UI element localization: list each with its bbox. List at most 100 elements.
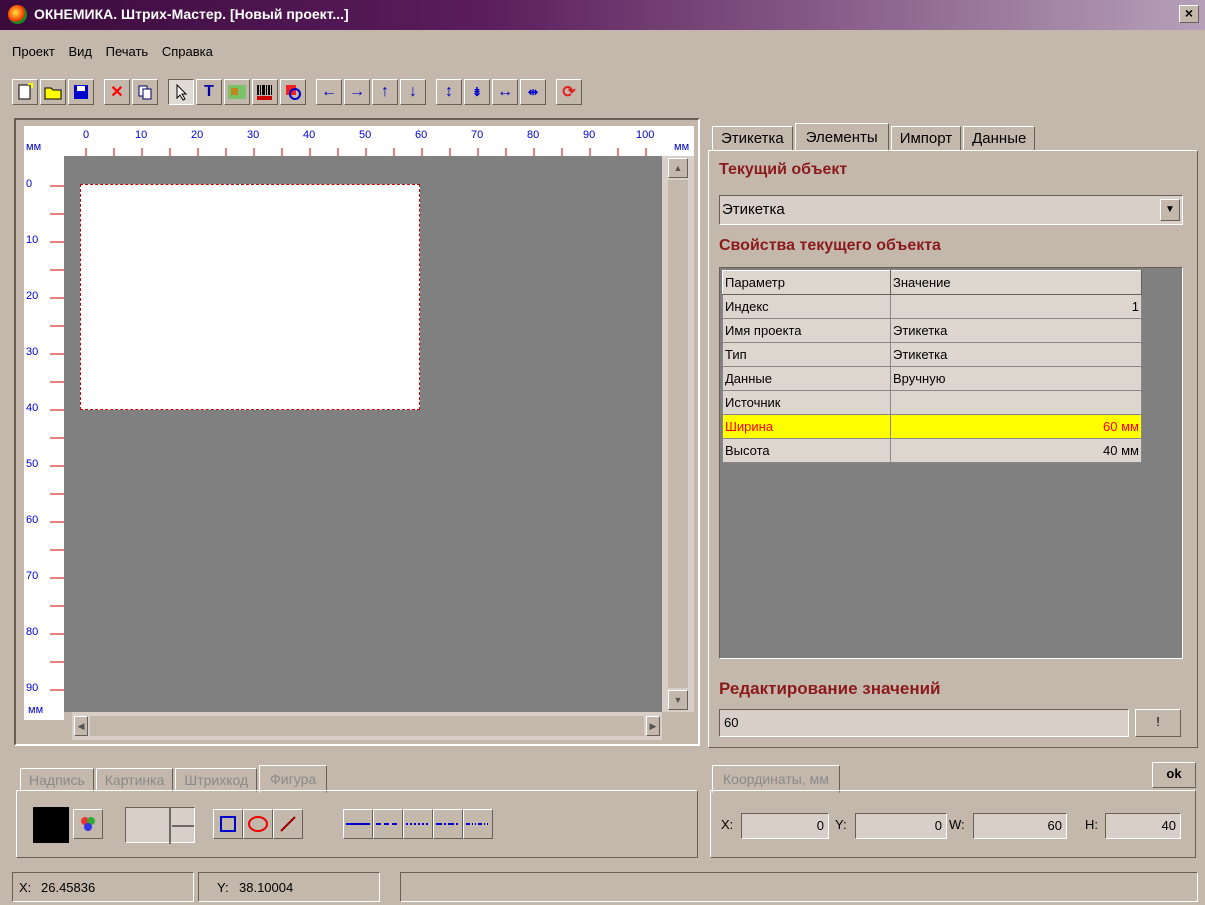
canvas-frame: мм мм 0 10 20 30 40 50 60 70 80 90 100 0… — [14, 118, 700, 746]
table-row[interactable]: Индекс 1 — [722, 294, 1142, 319]
arrow-down-icon[interactable]: ↓ — [400, 79, 426, 105]
tab-figure[interactable]: Фигура — [259, 765, 328, 793]
arrow-right-icon[interactable]: → — [344, 79, 370, 105]
table-row[interactable]: Имя проекта Этикетка — [722, 318, 1142, 343]
shape-icon[interactable] — [280, 79, 306, 105]
y-input[interactable]: 0 — [855, 813, 947, 839]
table-row[interactable]: Тип Этикетка — [722, 342, 1142, 367]
tab-picture[interactable]: Картинка — [95, 768, 174, 792]
status-x-value: 26.45836 — [41, 880, 96, 895]
ruler-v-50: 50 — [26, 458, 39, 470]
arrow-up-icon[interactable]: ↑ — [372, 79, 398, 105]
ok-button[interactable]: ok — [1152, 762, 1196, 788]
design-canvas[interactable] — [64, 156, 662, 712]
dash-dot-dot-line-icon[interactable] — [463, 809, 493, 839]
palette-icon[interactable] — [73, 809, 103, 839]
dotted-line-icon[interactable] — [403, 809, 433, 839]
table-row[interactable]: Данные Вручную — [722, 366, 1142, 391]
arrow-left-icon[interactable]: ← — [316, 79, 342, 105]
col-param-header[interactable]: Параметр — [722, 270, 891, 295]
vertical-scrollbar[interactable]: ▲ ▼ — [662, 156, 694, 712]
status-y-panel: Y: 38.10004 — [198, 872, 380, 902]
scroll-up-button[interactable]: ▲ — [668, 158, 688, 178]
status-y-value: 38.10004 — [239, 880, 294, 895]
scroll-right-button[interactable]: ▶ — [646, 716, 660, 736]
col-value-header[interactable]: Значение — [890, 270, 1142, 295]
scroll-left-button[interactable]: ◀ — [74, 716, 88, 736]
menu-help[interactable]: Справка — [162, 44, 213, 59]
tab-coordinates[interactable]: Координаты, мм — [712, 765, 840, 793]
bottom-right-tabs: Координаты, мм — [712, 764, 842, 793]
properties-grid: Параметр Значение Индекс 1 Имя проекта Этик… — [719, 267, 1183, 659]
color-swatch[interactable] — [33, 807, 69, 843]
line-icon[interactable] — [273, 809, 303, 839]
h-input[interactable]: 40 — [1105, 813, 1181, 839]
ruler-h-10: 10 — [135, 129, 148, 141]
app-logo-icon — [8, 5, 27, 24]
copy-icon[interactable] — [132, 79, 158, 105]
status-bar: X: 26.45836 Y: 38.10004 — [0, 866, 1205, 905]
close-button[interactable]: × — [1179, 5, 1199, 23]
props-title: Свойства текущего объекта — [719, 237, 941, 254]
image-icon[interactable] — [224, 79, 250, 105]
shrink-vertical-icon[interactable]: ⇟ — [464, 79, 490, 105]
table-row[interactable]: Высота 40 мм — [722, 438, 1142, 463]
refresh-icon[interactable]: ⟳ — [556, 79, 582, 105]
menu-view[interactable]: Вид — [68, 44, 92, 59]
solid-line-icon[interactable] — [343, 809, 373, 839]
x-input[interactable]: 0 — [741, 813, 829, 839]
title-bar: ОКНЕМИКА. Штрих-Мастер. [Новый проект...… — [0, 0, 1205, 30]
tab-inscription[interactable]: Надпись — [20, 768, 94, 792]
properties-panel: Текущий объект Этикетка ▼ Свойства текущ… — [708, 150, 1198, 748]
line-width-selector[interactable] — [125, 807, 195, 844]
new-doc-icon[interactable] — [12, 79, 38, 105]
ruler-h-30: 30 — [247, 129, 260, 141]
horizontal-scrollbar[interactable]: ◀ ▶ — [72, 712, 662, 740]
pointer-icon[interactable] — [168, 79, 194, 105]
current-object-title: Текущий объект — [719, 161, 848, 178]
table-row[interactable]: Источник — [722, 390, 1142, 415]
rectangle-icon[interactable] — [213, 809, 243, 839]
ruler-v-10: 10 — [26, 234, 39, 246]
expand-vertical-icon[interactable]: ↕ — [436, 79, 462, 105]
current-object-select[interactable]: Этикетка ▼ — [719, 195, 1183, 225]
y-label: Y: — [835, 817, 847, 832]
label-page[interactable] — [80, 184, 420, 410]
tab-label[interactable]: Этикетка — [712, 126, 793, 151]
ruler-h-90: 90 — [583, 129, 596, 141]
ruler-h-70: 70 — [471, 129, 484, 141]
tab-elements[interactable]: Элементы — [794, 123, 889, 152]
dashed-line-icon[interactable] — [373, 809, 403, 839]
shrink-horizontal-icon[interactable]: ⇹ — [520, 79, 546, 105]
menu-bar: Проект Вид Печать Справка — [0, 44, 213, 66]
scroll-thumb[interactable] — [668, 180, 688, 688]
dash-dot-line-icon[interactable] — [433, 809, 463, 839]
menu-project[interactable]: Проект — [12, 44, 55, 59]
edit-title: Редактирование значений — [719, 679, 941, 698]
tab-barcode[interactable]: Штрихкод — [175, 768, 258, 792]
menu-print[interactable]: Печать — [106, 44, 149, 59]
ruler-h-50: 50 — [359, 129, 372, 141]
w-label: W: — [949, 817, 965, 832]
coordinates-panel: X: 0 Y: 0 W: 60 H: 40 — [710, 790, 1196, 858]
open-folder-icon[interactable] — [40, 79, 66, 105]
barcode-icon[interactable] — [252, 79, 278, 105]
text-icon[interactable]: T — [196, 79, 222, 105]
save-icon[interactable] — [68, 79, 94, 105]
scroll-down-button[interactable]: ▼ — [668, 690, 688, 710]
ruler-h-100: 100 — [636, 129, 655, 141]
value-edit-input[interactable]: 60 — [719, 709, 1129, 737]
vertical-ruler: 0 10 20 30 40 50 60 70 80 90 мм — [24, 156, 64, 720]
apply-button[interactable]: ! — [1135, 709, 1181, 737]
scroll-h-thumb[interactable] — [90, 716, 644, 736]
ellipse-icon[interactable] — [243, 809, 273, 839]
delete-icon[interactable]: ✕ — [104, 79, 130, 105]
ruler-v-20: 20 — [26, 290, 39, 302]
properties-table: Параметр Значение Индекс 1 Имя проекта Этик… — [722, 270, 1142, 463]
chevron-down-icon[interactable]: ▼ — [1160, 199, 1180, 221]
table-row-selected[interactable]: Ширина 60 мм — [722, 414, 1142, 439]
tab-import[interactable]: Импорт — [890, 126, 962, 151]
tab-data[interactable]: Данные — [963, 126, 1036, 151]
expand-horizontal-icon[interactable]: ↔ — [492, 79, 518, 105]
w-input[interactable]: 60 — [973, 813, 1067, 839]
